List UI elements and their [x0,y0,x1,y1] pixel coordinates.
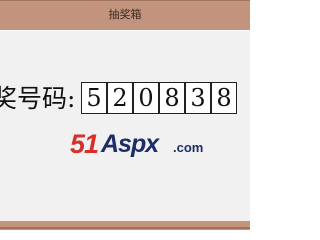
title-bar: 抽奖箱 [0,0,250,30]
prize-digit-6: 8 [211,82,237,114]
watermark-domain: .com [173,140,204,155]
lottery-window: 抽奖箱 奖号码: 5 2 0 8 3 8 51 Aspx .com [0,0,250,230]
prize-number-label: 奖号码: [0,84,76,113]
window-title: 抽奖箱 [108,8,142,21]
window-bottom-border [0,227,250,229]
prize-digit-2: 2 [107,82,133,114]
prize-digit-5: 3 [185,82,211,114]
prize-digit-1: 5 [81,82,107,114]
prize-digit-3: 0 [133,82,159,114]
prize-digit-4: 8 [159,82,185,114]
watermark-brand: Aspx [101,130,159,158]
content-area: 奖号码: 5 2 0 8 3 8 51 Aspx .com [0,30,250,221]
watermark-number: 51 [70,129,99,159]
